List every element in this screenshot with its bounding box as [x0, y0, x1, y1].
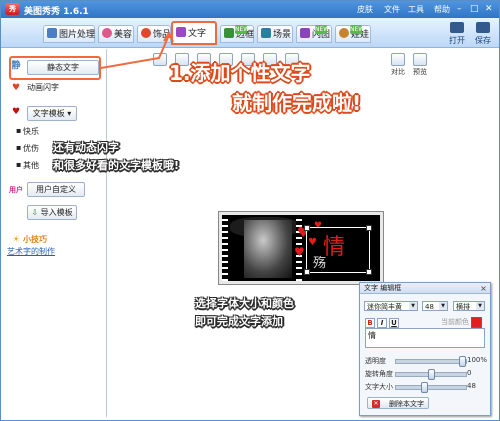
bold-button[interactable]: B [365, 318, 375, 328]
font-size-label: 文字大小 [365, 383, 393, 391]
annotation-note-3-line-1: 选择字体大小和颜色 [195, 297, 294, 310]
close-icon[interactable]: × [479, 284, 488, 293]
chevron-down-icon: ▼ [409, 302, 417, 310]
chevron-down-icon: ▼ [476, 302, 484, 310]
transparency-label: 透明度 [365, 357, 386, 365]
annotation-note-1-line-1: 1.添加个性文字 [169, 61, 311, 85]
delete-text-button[interactable]: ✕ 删除本文字 [367, 397, 429, 409]
font-size-value: 48 [467, 382, 476, 390]
delete-icon: ✕ [372, 400, 380, 408]
annotation-note-3-line-2: 即可完成文字添加 [195, 315, 283, 328]
rotation-slider[interactable] [395, 369, 467, 380]
current-color-label: 当前颜色 [441, 318, 469, 326]
app-window: 秀 美图秀秀 1.6.1 皮肤 文件 工具 帮助 – □ ✕ 图片处理 美容 饰… [0, 0, 500, 421]
size-select[interactable]: 48 ▼ [422, 301, 448, 311]
transparency-slider[interactable] [395, 356, 467, 367]
transparency-value: 100% [467, 356, 488, 364]
annotation-note-2-line-1: 还有动态闪字 [53, 141, 119, 154]
text-input[interactable]: 情 [365, 328, 485, 348]
annotation-note-1-line-2: 就制作完成啦! [232, 91, 362, 115]
rotation-value: 0 [467, 369, 472, 377]
underline-button[interactable]: U [389, 318, 399, 328]
font-select[interactable]: 迷你简丰黄 ▼ [364, 301, 418, 311]
color-swatch[interactable] [471, 317, 482, 328]
annotation-note-2-line-2: 和很多好看的文字模板哦! [53, 159, 180, 172]
orientation-select[interactable]: 横排 ▼ [453, 301, 485, 311]
rotation-label: 旋转角度 [365, 370, 393, 378]
italic-button[interactable]: I [377, 318, 387, 328]
chevron-down-icon: ▼ [439, 302, 447, 310]
slider-knob[interactable] [459, 356, 466, 367]
editor-title: 文字 编辑框 × [360, 283, 490, 294]
slider-knob[interactable] [421, 382, 428, 393]
font-size-slider[interactable] [395, 382, 467, 393]
slider-knob[interactable] [428, 369, 435, 380]
